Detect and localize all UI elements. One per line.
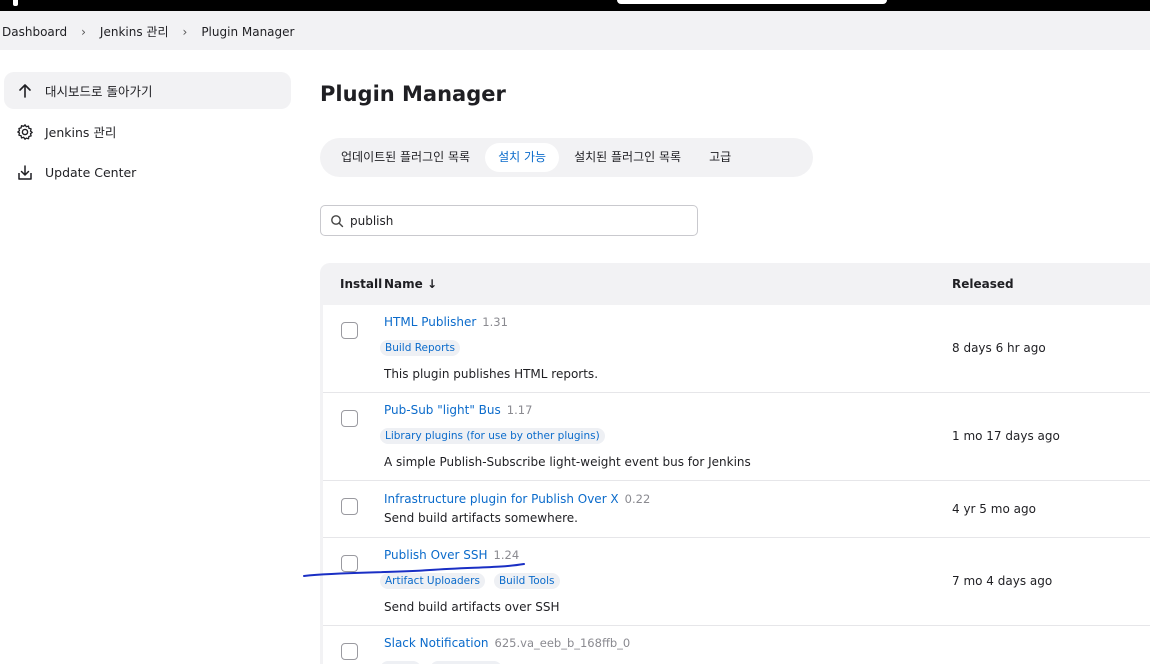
plugin-search-box: [320, 205, 698, 236]
plugin-version: 0.22: [624, 492, 651, 506]
plugin-link[interactable]: Infrastructure plugin for Publish Over X: [384, 492, 619, 506]
download-icon: [14, 162, 36, 184]
plugin-version: 1.17: [506, 403, 533, 417]
sidebar-item-label: Update Center: [45, 165, 137, 180]
plugin-description: This plugin publishes HTML reports.: [384, 367, 599, 381]
breadcrumb-manage-jenkins[interactable]: Jenkins 관리: [100, 23, 169, 40]
plugin-name-line: Publish Over SSH 1.24: [384, 548, 519, 562]
plugin-description: Send build artifacts over SSH: [384, 600, 560, 614]
plugin-description: A simple Publish-Subscribe light-weight …: [384, 455, 751, 469]
install-checkbox[interactable]: [341, 410, 358, 427]
jenkins-logo[interactable]: [13, 0, 18, 6]
plugin-link[interactable]: Pub-Sub "light" Bus: [384, 403, 501, 417]
plugin-search-input[interactable]: [350, 213, 670, 228]
install-checkbox[interactable]: [341, 643, 358, 660]
sidebar-item-label: Jenkins 관리: [45, 125, 117, 140]
plugin-tags: Artifact Uploaders Build Tools: [380, 573, 569, 589]
tab-advanced[interactable]: 고급: [696, 143, 744, 172]
plugin-version: 625.va_eeb_b_168ffb_0: [494, 636, 631, 650]
plugin-name-line: Pub-Sub "light" Bus 1.17: [384, 403, 532, 417]
plugin-tags: Library plugins (for use by other plugin…: [380, 428, 614, 444]
sort-arrow-down-icon[interactable]: ↓: [427, 277, 437, 291]
breadcrumb-dashboard[interactable]: Dashboard: [2, 25, 67, 39]
plugin-name-line: Slack Notification 625.va_eeb_b_168ffb_0: [384, 636, 630, 650]
plugin-link[interactable]: Publish Over SSH: [384, 548, 488, 562]
table-header: Install Name ↓ Released: [320, 263, 1150, 305]
search-icon: [330, 214, 344, 228]
arrow-up-icon: [14, 80, 36, 102]
header-install: Install: [340, 277, 383, 291]
released-date: 1 mo 17 days ago: [952, 429, 1060, 443]
category-tag[interactable]: Library plugins (for use by other plugin…: [380, 428, 605, 444]
plugin-tags: Build Reports: [380, 340, 469, 356]
install-checkbox[interactable]: [341, 322, 358, 339]
install-checkbox[interactable]: [341, 498, 358, 515]
plugin-link[interactable]: HTML Publisher: [384, 315, 476, 329]
top-header: [0, 0, 1150, 11]
tab-installed[interactable]: 설치된 플러그인 목록: [561, 143, 694, 172]
table-row: Infrastructure plugin for Publish Over X…: [323, 481, 1150, 538]
sidebar: 대시보드로 돌아가기 Jenkins 관리 Update Center: [4, 72, 291, 195]
released-date: 4 yr 5 mo ago: [952, 502, 1036, 516]
category-tag[interactable]: Build Reports: [380, 340, 460, 356]
sidebar-item-manage-jenkins[interactable]: Jenkins 관리: [4, 113, 291, 150]
plugin-table: Install Name ↓ Released HTML Publisher 1.…: [320, 263, 1150, 664]
plugin-version: 1.31: [482, 315, 508, 329]
page-title: Plugin Manager: [320, 82, 506, 106]
plugin-description: Send build artifacts somewhere.: [384, 511, 578, 525]
plugin-tabs: 업데이트된 플러그인 목록 설치 가능 설치된 플러그인 목록 고급: [320, 138, 813, 177]
released-date: 7 mo 4 days ago: [952, 574, 1053, 588]
global-search-box[interactable]: [617, 0, 887, 4]
plugin-name-line: HTML Publisher 1.31: [384, 315, 508, 329]
sidebar-item-back-to-dashboard[interactable]: 대시보드로 돌아가기: [4, 72, 291, 109]
breadcrumb: Dashboard › Jenkins 관리 › Plugin Manager: [2, 23, 294, 40]
category-tag[interactable]: Artifact Uploaders: [380, 573, 485, 589]
plugin-version: 1.24: [493, 548, 520, 562]
table-row: HTML Publisher 1.31 Build Reports This pl…: [323, 305, 1150, 393]
table-row: Slack Notification 625.va_eeb_b_168ffb_0 …: [323, 626, 1150, 664]
chevron-right-icon: ›: [182, 24, 188, 39]
tab-available[interactable]: 설치 가능: [485, 143, 560, 172]
plugin-link[interactable]: Slack Notification: [384, 636, 489, 650]
table-row: Publish Over SSH 1.24 Artifact Uploaders …: [323, 538, 1150, 626]
category-tag[interactable]: Build Tools: [493, 573, 560, 589]
tab-updates[interactable]: 업데이트된 플러그인 목록: [328, 143, 483, 172]
sidebar-item-label: 대시보드로 돌아가기: [45, 84, 153, 99]
gear-icon: [14, 121, 36, 143]
breadcrumb-bar: Dashboard › Jenkins 관리 › Plugin Manager: [0, 11, 1150, 50]
table-row: Pub-Sub "light" Bus 1.17 Library plugins …: [323, 393, 1150, 481]
released-date: 8 days 6 hr ago: [952, 341, 1046, 355]
chevron-right-icon: ›: [81, 24, 86, 39]
header-name[interactable]: Name: [384, 277, 423, 291]
header-released[interactable]: Released: [952, 277, 1014, 291]
install-checkbox[interactable]: [341, 555, 358, 572]
plugin-name-line: Infrastructure plugin for Publish Over X…: [384, 492, 650, 506]
breadcrumb-plugin-manager[interactable]: Plugin Manager: [201, 25, 294, 39]
sidebar-item-update-center[interactable]: Update Center: [4, 154, 291, 191]
